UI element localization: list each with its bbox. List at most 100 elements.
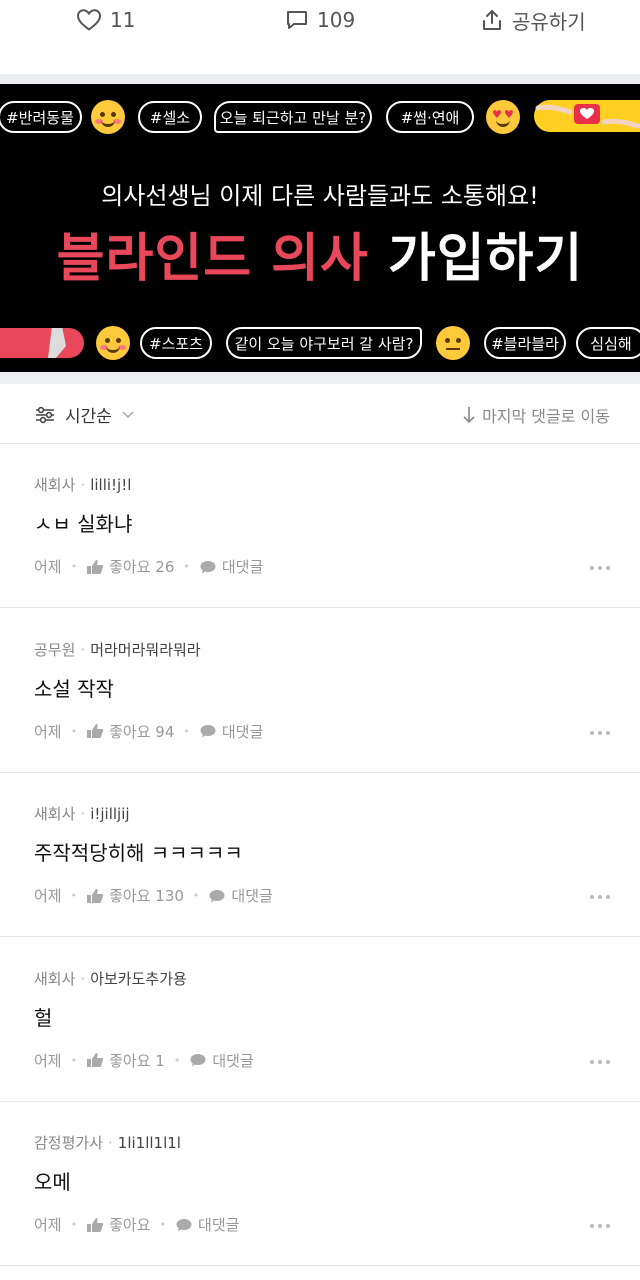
separator-dot: • <box>70 560 78 573</box>
thumbs-up-icon <box>87 559 104 574</box>
comment-meta: 새회사 · i!jilljij <box>34 803 130 824</box>
chat-bubble-icon <box>200 560 216 573</box>
more-icon-dot <box>590 1224 594 1228</box>
comment-date: 어제 <box>34 1216 62 1234</box>
more-icon-dot <box>606 1059 610 1064</box>
jump-to-last-comment-button[interactable]: 마지막 댓글로 이동 <box>462 403 610 427</box>
tag-baseball: 같이 오늘 야구보러 갈 사람? <box>226 327 422 359</box>
sort-label: 시간순 <box>65 407 112 427</box>
share-button[interactable]: 공유하기 <box>480 0 586 40</box>
like-comment-button[interactable]: 좋아요 <box>86 1214 151 1235</box>
separator-dot: • <box>192 889 200 902</box>
comment-item: 공무원 · 머라머라뭐라뭐라 소설 작작 어제 • 좋아요 94 • 대댓글 <box>0 609 640 773</box>
comment-date: 어제 <box>34 722 62 741</box>
reply-label: 대댓글 <box>198 1216 240 1234</box>
reply-label: 대댓글 <box>231 887 273 905</box>
comment-count: 109 <box>317 8 356 32</box>
comment-meta: 새회사 · 아보카도추가용 <box>34 968 187 989</box>
chat-bubble-icon <box>176 1218 192 1231</box>
separator-dot: • <box>70 1218 78 1231</box>
thumbs-up-icon <box>87 724 104 738</box>
tag-blabla: #블라블라 <box>484 327 566 359</box>
more-options-button[interactable] <box>590 566 610 570</box>
like-comment-button[interactable]: 좋아요 1 <box>86 1050 165 1071</box>
more-icon-dot <box>590 895 594 899</box>
comment-item: 새회사 · lilli!j!l ㅅㅂ 실화냐 어제 • 좋아요 26 • 대댓글 <box>0 444 640 608</box>
company-name: 새회사 <box>34 969 76 988</box>
tag-after-work: 오늘 퇴근하고 만날 분? <box>214 101 372 133</box>
reply-label: 대댓글 <box>212 1051 254 1070</box>
neutral-emoji-icon <box>436 326 470 360</box>
more-icon-dot <box>590 730 594 735</box>
separator-dot: · <box>108 1134 113 1152</box>
separator-dot: • <box>70 724 78 738</box>
banner-title-red: 블라인드 의사 <box>56 229 369 289</box>
reply-button[interactable]: 대댓글 <box>199 556 263 577</box>
comment-date: 어제 <box>34 1051 62 1070</box>
tag-selfie: #셀소 <box>138 101 202 133</box>
like-comment-button[interactable]: 좋아요 130 <box>86 885 184 906</box>
separator-dot: • <box>183 724 190 738</box>
smiling-emoji-icon <box>96 326 130 360</box>
share-label: 공유하기 <box>512 9 586 34</box>
more-options-button[interactable] <box>590 1224 610 1228</box>
baseball-player-icon <box>48 300 75 358</box>
nickname[interactable]: lilli!j!l <box>90 476 131 494</box>
reply-label: 대댓글 <box>221 558 264 576</box>
comment-date: 어제 <box>34 887 62 905</box>
comment-text: 오메 <box>34 1170 71 1194</box>
tag-bored: 심심해 <box>576 327 640 359</box>
more-icon-dot <box>606 1224 610 1228</box>
chevron-down-icon <box>122 410 134 418</box>
tag-sports: #스포츠 <box>140 327 212 359</box>
post-action-bar: 11 109 공유하기 <box>0 0 640 74</box>
reply-button[interactable]: 대댓글 <box>199 721 263 742</box>
comment-footer: 어제 • 좋아요 26 • 대댓글 <box>34 556 263 577</box>
like-count: 좋아요 26 <box>109 558 175 576</box>
comment-item: 새회사 · 아보카도추가용 헐 어제 • 좋아요 1 • 대댓글 <box>0 938 640 1102</box>
chat-bubble-icon <box>200 725 216 738</box>
nickname[interactable]: 아보카도추가용 <box>90 970 187 988</box>
more-icon-dot <box>598 730 602 735</box>
more-icon-dot <box>606 566 610 570</box>
separator-dot: · <box>80 640 86 659</box>
comment-sort-bar: 시간순 마지막 댓글로 이동 <box>0 384 640 444</box>
speech-bubble-icon <box>287 11 307 29</box>
like-count: 좋아요 1 <box>109 1051 165 1070</box>
arrow-down-icon <box>463 407 475 424</box>
heart-icon <box>76 9 102 31</box>
like-button[interactable]: 11 <box>76 0 135 40</box>
more-options-button[interactable] <box>590 730 610 735</box>
nickname[interactable]: i!jilljij <box>90 805 129 823</box>
like-comment-button[interactable]: 좋아요 94 <box>86 721 174 742</box>
chat-bubble-icon <box>190 1054 206 1067</box>
tag-pets: #반려동물 <box>0 101 82 133</box>
separator-dot: • <box>70 1053 78 1067</box>
thumbs-up-icon <box>87 1217 104 1232</box>
sliders-icon <box>36 406 54 423</box>
like-count: 좋아요 <box>109 1216 151 1234</box>
separator-dot: • <box>173 1053 181 1067</box>
hands-heart-graphic <box>534 100 640 132</box>
comment-button[interactable]: 109 <box>285 0 355 40</box>
like-count: 11 <box>110 8 136 32</box>
nickname[interactable]: 1li1ll1l1l <box>118 1134 181 1152</box>
baseball-player-graphic <box>0 300 84 358</box>
reply-button[interactable]: 대댓글 <box>175 1214 239 1235</box>
reply-label: 대댓글 <box>221 722 264 741</box>
like-comment-button[interactable]: 좋아요 26 <box>86 556 174 577</box>
comment-meta: 공무원 · 머라머라뭐라뭐라 <box>34 639 201 660</box>
tag-romance: #썸·연애 <box>386 101 474 133</box>
more-icon-dot <box>606 730 610 735</box>
promo-banner[interactable]: #반려동물 #셀소 오늘 퇴근하고 만날 분? #썸·연애 ♥ ♥ 의사선생님 이… <box>0 84 640 372</box>
comment-date: 어제 <box>34 558 62 576</box>
share-icon <box>483 10 501 30</box>
nickname[interactable]: 머라머라뭐라뭐라 <box>90 641 200 659</box>
reply-button[interactable]: 대댓글 <box>208 885 273 906</box>
sort-dropdown[interactable]: 시간순 <box>34 402 134 427</box>
more-options-button[interactable] <box>590 1059 610 1064</box>
like-count: 좋아요 94 <box>109 722 175 741</box>
thumbs-up-icon <box>87 888 104 903</box>
more-options-button[interactable] <box>590 895 610 899</box>
reply-button[interactable]: 대댓글 <box>189 1050 254 1071</box>
